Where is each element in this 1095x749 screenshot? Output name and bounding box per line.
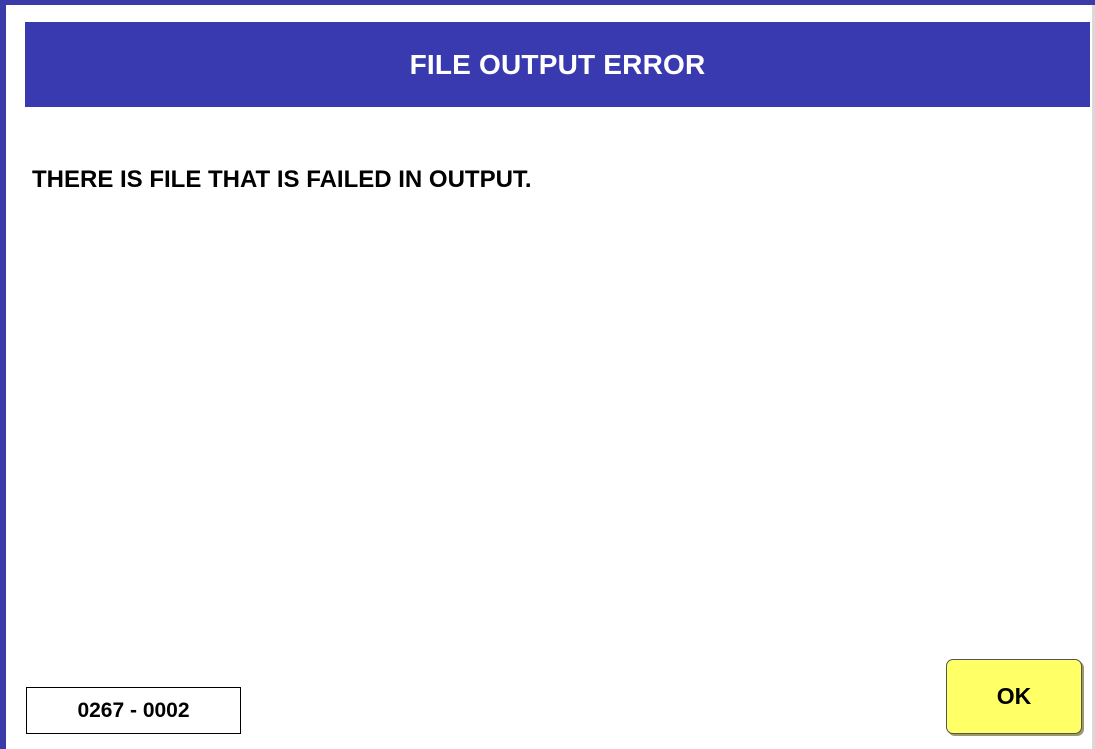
error-dialog: FILE OUTPUT ERROR THERE IS FILE THAT IS … xyxy=(0,0,1095,749)
error-code-box: 0267 - 0002 xyxy=(26,687,241,734)
dialog-title: FILE OUTPUT ERROR xyxy=(409,48,706,80)
ok-button[interactable]: OK xyxy=(946,659,1082,734)
dialog-frame-left xyxy=(0,0,6,749)
dialog-frame-top xyxy=(0,0,1095,5)
dialog-title-bar: FILE OUTPUT ERROR xyxy=(25,22,1090,107)
error-message: THERE IS FILE THAT IS FAILED IN OUTPUT. xyxy=(32,166,532,193)
